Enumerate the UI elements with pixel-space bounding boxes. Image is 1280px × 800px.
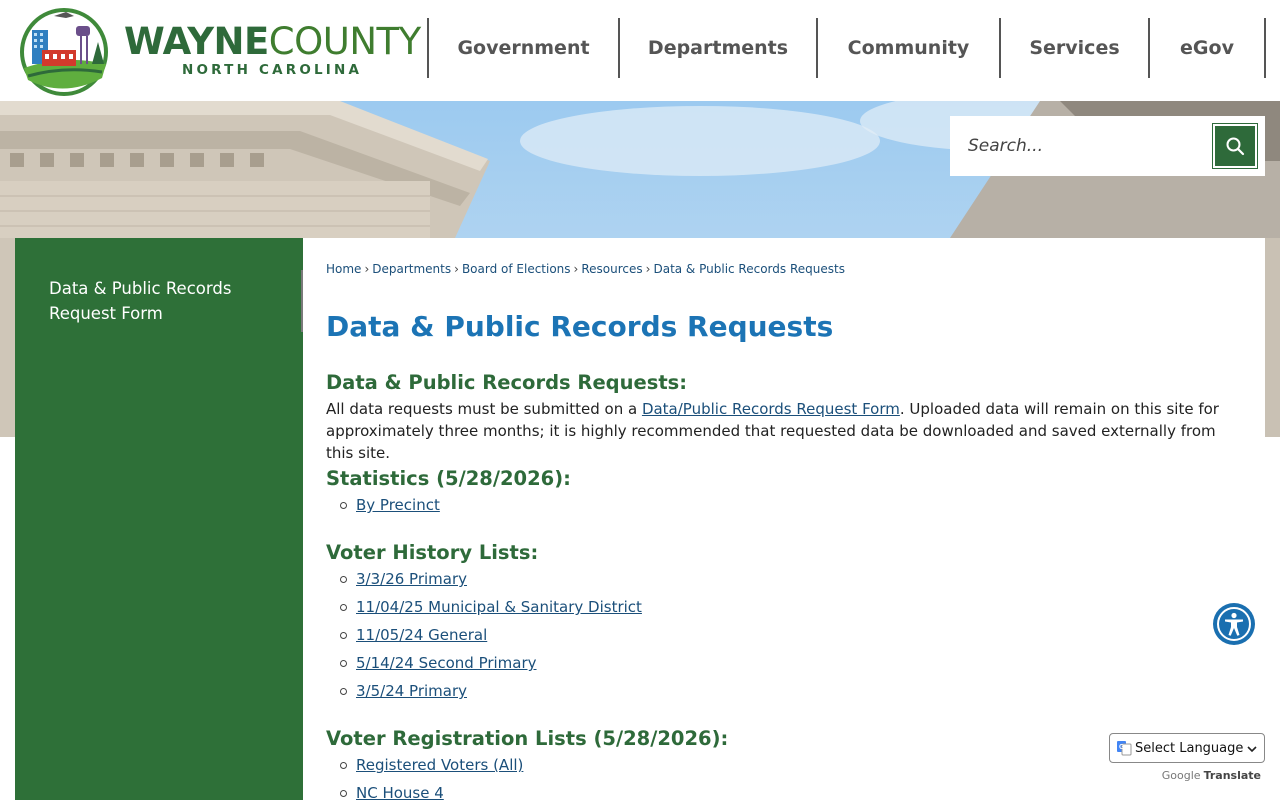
site-header: WAYNECOUNTY NORTH CAROLINA Government De… — [0, 0, 1280, 101]
county-name-wayne: WAYNE — [124, 20, 269, 63]
google-translate-widget: G Select Language Google Translate — [1109, 733, 1265, 793]
nav-community[interactable]: Community — [816, 18, 999, 78]
list-item: 3/5/24 Primary — [340, 677, 642, 705]
breadcrumb: Home › Departments › Board of Elections › Reso… — [326, 262, 845, 276]
list-item: 11/04/25 Municipal & Sanitary District — [340, 593, 642, 621]
breadcrumb-departments[interactable]: Departments — [372, 262, 451, 276]
requests-text-before: All data requests must be submitted on a — [326, 400, 642, 418]
powered-by-google: Google Translate — [1162, 769, 1261, 782]
section-heading-voter-history: Voter History Lists: — [326, 541, 539, 564]
breadcrumb-separator: › — [364, 262, 370, 276]
history-link-11-05-24[interactable]: 11/05/24 General — [356, 626, 487, 644]
section-heading-voter-registration: Voter Registration Lists (5/28/2026): — [326, 727, 729, 750]
nav-government[interactable]: Government — [427, 18, 618, 78]
nav-departments[interactable]: Departments — [618, 18, 816, 78]
breadcrumb-separator: › — [645, 262, 651, 276]
search-button[interactable] — [1212, 123, 1258, 169]
by-precinct-link[interactable]: By Precinct — [356, 496, 440, 514]
nc-house-4-link[interactable]: NC House 4 — [356, 784, 444, 800]
statistics-list: By Precinct — [340, 491, 440, 519]
section-heading-statistics: Statistics (5/28/2026): — [326, 467, 571, 490]
main-nav: Government Departments Community Service… — [427, 18, 1266, 78]
history-link-3-3-26[interactable]: 3/3/26 Primary — [356, 570, 467, 588]
list-item: Registered Voters (All) — [339, 751, 523, 779]
county-name: WAYNECOUNTY — [124, 22, 421, 62]
request-form-link[interactable]: Data/Public Records Request Form — [642, 400, 900, 418]
accessibility-icon — [1217, 607, 1251, 641]
list-item: NC House 4 — [339, 779, 523, 800]
language-select[interactable]: G Select Language — [1109, 733, 1265, 763]
state-name: NORTH CAROLINA — [182, 62, 363, 78]
history-link-5-14-24[interactable]: 5/14/24 Second Primary — [356, 654, 537, 672]
search-icon — [1226, 137, 1245, 156]
voter-registration-list: Registered Voters (All) NC House 4 — [339, 751, 523, 800]
list-item: 5/14/24 Second Primary — [340, 649, 642, 677]
breadcrumb-resources[interactable]: Resources — [581, 262, 642, 276]
search-input[interactable] — [968, 126, 1218, 166]
history-link-11-04-25[interactable]: 11/04/25 Municipal & Sanitary District — [356, 598, 642, 616]
sidebar: Data & Public Records Request Form — [15, 238, 303, 800]
list-item: 11/05/24 General — [340, 621, 642, 649]
page-title: Data & Public Records Requests — [326, 310, 834, 343]
registered-voters-all-link[interactable]: Registered Voters (All) — [356, 756, 523, 774]
voter-history-list: 3/3/26 Primary 11/04/25 Municipal & Sani… — [340, 565, 642, 705]
main-content: Home › Departments › Board of Elections › Reso… — [303, 238, 1265, 800]
county-name-county: COUNTY — [268, 20, 421, 63]
accessibility-button[interactable] — [1213, 603, 1255, 645]
chevron-down-icon — [1247, 746, 1257, 753]
nav-egov[interactable]: eGov — [1148, 18, 1266, 78]
language-select-label: Select Language — [1135, 740, 1244, 756]
breadcrumb-separator: › — [454, 262, 459, 276]
search-box — [950, 116, 1265, 176]
breadcrumb-separator: › — [573, 262, 579, 276]
history-link-3-5-24[interactable]: 3/5/24 Primary — [356, 682, 467, 700]
breadcrumb-board-of-elections[interactable]: Board of Elections — [462, 262, 571, 276]
translate-link[interactable]: Translate — [1204, 769, 1261, 782]
google-translate-icon: G — [1117, 741, 1132, 756]
sidebar-item-request-form[interactable]: Data & Public Records Request Form — [15, 270, 303, 332]
requests-paragraph: All data requests must be submitted on a… — [326, 398, 1246, 464]
breadcrumb-home[interactable]: Home — [326, 262, 361, 276]
breadcrumb-current: Data & Public Records Requests — [653, 262, 845, 276]
county-logo[interactable]: WAYNECOUNTY NORTH CAROLINA — [14, 6, 424, 96]
section-heading-requests: Data & Public Records Requests: — [326, 371, 688, 394]
list-item: By Precinct — [340, 491, 440, 519]
svg-text:G: G — [1119, 744, 1125, 751]
google-wordmark: Google — [1161, 769, 1201, 782]
nav-services[interactable]: Services — [999, 18, 1148, 78]
county-emblem-icon — [20, 8, 108, 96]
list-item: 3/3/26 Primary — [340, 565, 642, 593]
